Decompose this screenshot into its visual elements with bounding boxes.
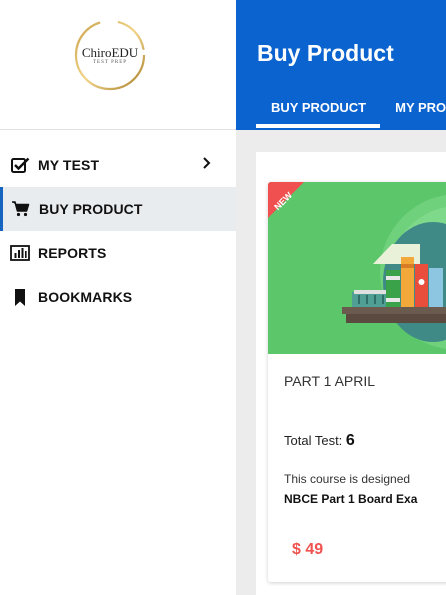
sidebar-item-label: REPORTS (38, 245, 107, 261)
product-image: NEW (268, 182, 446, 354)
logo-area: ChiroEDU TEST PREP (0, 0, 236, 130)
sidebar-item-reports[interactable]: REPORTS (0, 231, 236, 275)
sidebar-item-label: BUY PRODUCT (39, 201, 143, 217)
sidebar-item-bookmarks[interactable]: BOOKMARKS (0, 275, 236, 319)
logo-tagline: TEST PREP (92, 60, 128, 65)
sidebar-item-buy-product[interactable]: BUY PRODUCT (0, 187, 236, 231)
sidebar-item-my-test[interactable]: MY TEST (0, 143, 236, 187)
bookmark-icon (10, 287, 30, 307)
page-header: Buy Product BUY PRODUCT MY PRO (236, 0, 446, 130)
bar-chart-icon (10, 243, 30, 263)
description-line: This course is designed (284, 472, 411, 486)
product-price: $ 49 (292, 541, 324, 558)
product-card[interactable]: NEW PART 1 APRIL Total Test: 6 This cour… (268, 182, 446, 582)
page-title: Buy Product (257, 40, 394, 66)
tab-buy-product[interactable]: BUY PRODUCT (256, 92, 381, 128)
main-content: NEW PART 1 APRIL Total Test: 6 This cour… (236, 130, 446, 595)
sidebar: ChiroEDU TEST PREP MY TEST BUY PRODUCT R… (0, 0, 236, 595)
product-test-count: Total Test: 6 (284, 432, 355, 450)
sidebar-nav: MY TEST BUY PRODUCT REPORTS BOOKMARKS (0, 143, 236, 319)
test-count-value: 6 (345, 432, 355, 449)
test-count-label: Total Test: (284, 433, 343, 448)
logo-brand: ChiroEDU (81, 45, 139, 60)
sidebar-item-label: BOOKMARKS (38, 289, 133, 305)
chiroedu-logo[interactable]: ChiroEDU TEST PREP (72, 17, 148, 93)
product-description: This course is designed NBCE Part 1 Boar… (284, 469, 417, 509)
description-line-bold: NBCE Part 1 Board Exa (284, 492, 418, 506)
chevron-right-icon[interactable] (200, 156, 214, 170)
product-title: PART 1 APRIL (284, 373, 376, 389)
tab-my-products[interactable]: MY PRO (380, 92, 446, 127)
header-tabs: BUY PRODUCT MY PRO (256, 92, 446, 128)
checkbox-icon (10, 155, 30, 175)
sidebar-item-label: MY TEST (38, 157, 100, 173)
cart-icon (11, 199, 31, 219)
